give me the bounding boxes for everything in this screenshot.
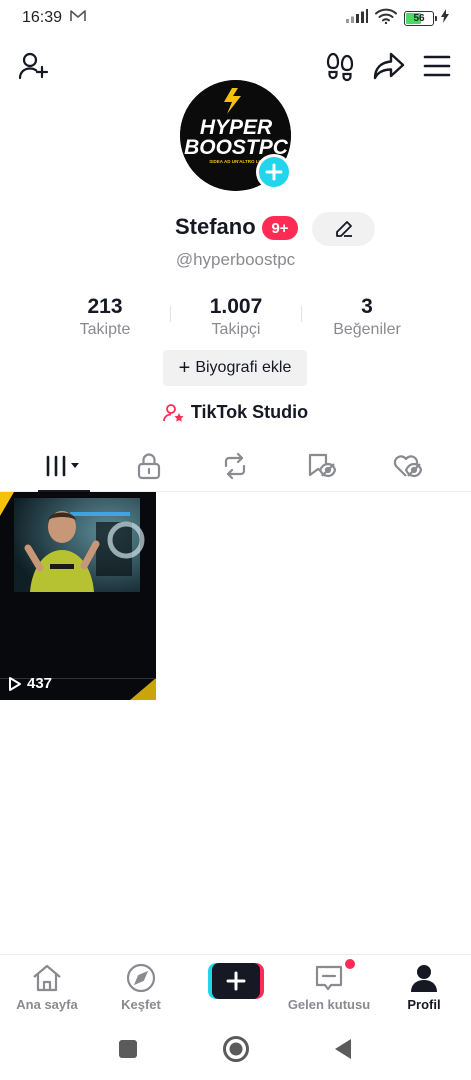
share-icon[interactable] <box>371 48 407 84</box>
profile-handle: @hyperboostpc <box>175 250 296 269</box>
stat-value: 1.007 <box>209 295 263 318</box>
create-button[interactable] <box>208 963 264 999</box>
video-thumbnail-image <box>0 492 156 700</box>
nav-inbox[interactable]: Gelen kutusu <box>282 963 376 1012</box>
pencil-icon <box>335 221 352 237</box>
profile-name: Stefano <box>175 214 256 239</box>
charging-icon <box>441 8 449 28</box>
add-bio-label: Biyografi ekle <box>195 359 292 376</box>
content-tabs <box>0 442 471 492</box>
back-icon[interactable] <box>333 1038 353 1060</box>
nav-discover-label: Keşfet <box>121 997 161 1012</box>
stat-label: Beğeniler <box>333 321 401 338</box>
bookmark-icon <box>308 453 336 478</box>
home-icon <box>33 964 61 992</box>
studio-label: TikTok Studio <box>190 402 309 422</box>
nav-home-label: Ana sayfa <box>16 997 78 1012</box>
tab-videos[interactable] <box>36 442 92 490</box>
tab-liked[interactable] <box>379 442 435 490</box>
add-bio-button[interactable]: + Biyografi ekle <box>163 350 307 386</box>
gmail-icon <box>70 9 86 27</box>
recent-apps-icon[interactable] <box>118 1039 138 1059</box>
studio-icon <box>162 403 184 422</box>
add-avatar-button[interactable] <box>256 154 292 190</box>
tab-private[interactable] <box>121 442 177 490</box>
nav-inbox-label: Gelen kutusu <box>287 997 371 1012</box>
stat-label: Takipçi <box>211 321 261 338</box>
plus-icon <box>208 963 264 999</box>
footprints-icon[interactable] <box>322 48 358 84</box>
add-friend-icon[interactable] <box>15 48 51 84</box>
stat-following[interactable]: 213 Takipte <box>40 294 170 340</box>
notification-badge[interactable]: 9+ <box>262 216 298 240</box>
compass-icon <box>126 963 156 993</box>
stat-value: 3 <box>361 295 373 318</box>
liked-icon <box>393 455 422 478</box>
repost-icon <box>224 452 246 480</box>
plus-icon <box>265 163 283 181</box>
stat-value: 213 <box>87 295 123 318</box>
signal-icon <box>346 8 368 28</box>
status-bar: 16:39 56 <box>0 0 471 36</box>
edit-profile-button[interactable] <box>312 212 375 246</box>
nav-profile[interactable]: Profil <box>377 963 471 1012</box>
inbox-notification-dot <box>345 959 355 969</box>
profile-stats: 213 Takipte 1.007 Takipçi 3 Beğeniler <box>0 294 471 342</box>
battery-level: 56 <box>413 12 425 24</box>
lock-icon <box>137 453 161 480</box>
tab-reposts[interactable] <box>207 442 263 490</box>
video-thumbnail[interactable]: 437 <box>0 492 156 700</box>
view-count-value: 437 <box>27 675 53 692</box>
name-row: Stefano 9+ <box>0 212 471 246</box>
home-button-icon[interactable] <box>222 1035 250 1063</box>
system-navigation-bar <box>0 1026 471 1072</box>
bottom-navigation: Ana sayfa Keşfet Gelen kutusu Profil <box>0 954 471 1018</box>
plus-icon: + <box>178 357 191 379</box>
grid-icon <box>46 455 79 477</box>
wifi-icon <box>375 8 397 29</box>
nav-home[interactable]: Ana sayfa <box>0 963 94 1012</box>
profile-icon <box>411 965 437 992</box>
menu-icon[interactable] <box>419 48 455 84</box>
stat-followers[interactable]: 1.007 Takipçi <box>171 294 301 340</box>
stat-likes[interactable]: 3 Beğeniler <box>302 294 432 340</box>
tiktok-studio-link[interactable]: TikTok Studio <box>0 402 471 423</box>
status-time: 16:39 <box>22 9 63 26</box>
inbox-icon <box>315 965 343 991</box>
tab-favorites[interactable] <box>293 442 349 490</box>
nav-discover[interactable]: Keşfet <box>94 963 188 1012</box>
stat-label: Takipte <box>79 321 131 338</box>
battery-icon: 56 <box>404 10 437 26</box>
nav-profile-label: Profil <box>407 997 441 1012</box>
play-icon <box>9 676 21 691</box>
view-count: 437 <box>8 675 52 692</box>
